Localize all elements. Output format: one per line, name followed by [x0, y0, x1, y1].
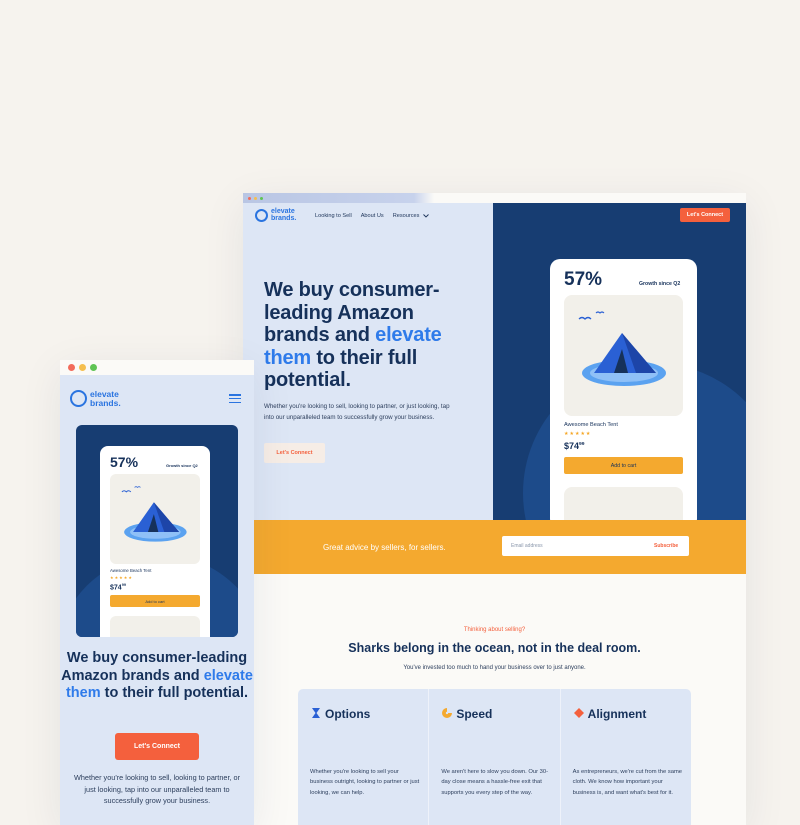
- price-dollars: $74: [110, 584, 122, 592]
- feature-description: Whether you're looking to sell your busi…: [310, 769, 420, 796]
- section-title: Sharks belong in the ocean, not in the d…: [348, 641, 641, 655]
- product-rating-stars: ★★★★★: [110, 575, 133, 580]
- subscribe-button[interactable]: Subscribe: [654, 543, 678, 549]
- feature-title: Alignment: [587, 707, 647, 721]
- lets-connect-header-button[interactable]: Let's Connect: [680, 208, 730, 222]
- maximize-dot-icon[interactable]: [260, 197, 263, 200]
- tent-icon: [578, 311, 666, 386]
- product-image: [564, 295, 683, 416]
- product-image: [110, 474, 200, 564]
- section-kicker: Thinking about selling?: [463, 627, 526, 633]
- hero-subtext: Whether you're looking to sell, looking …: [73, 773, 241, 806]
- logo-mark-icon: [70, 390, 87, 407]
- growth-percent: 57%: [564, 269, 603, 290]
- growth-label: Growth since Q2: [166, 463, 198, 468]
- browser-chrome: [243, 193, 746, 203]
- close-dot-icon[interactable]: [68, 364, 75, 371]
- nav-looking-to-sell[interactable]: Looking to Sell: [315, 213, 352, 219]
- email-placeholder: Email address: [511, 543, 543, 549]
- logo[interactable]: elevate brands.: [70, 390, 121, 407]
- hourglass-icon: [312, 708, 320, 718]
- product-rating-stars: ★★★★★: [564, 431, 592, 437]
- product-name[interactable]: Awesome Beach Tent: [110, 568, 151, 573]
- product-price: $7499: [110, 583, 126, 591]
- feature-speed: Speed We aren't here to slow you down. O…: [429, 689, 561, 825]
- features-panel: Options Whether you're looking to sell y…: [298, 689, 691, 825]
- section-subtitle: You've invested too much to hand your bu…: [403, 665, 586, 671]
- nav-resources-label: Resources: [392, 213, 420, 219]
- minimize-dot-icon[interactable]: [254, 197, 257, 200]
- feature-title: Options: [325, 707, 371, 721]
- hero-subtext: Whether you're looking to sell, looking …: [264, 403, 450, 421]
- feature-alignment: Alignment As entrepreneurs, we're cut fr…: [561, 689, 691, 825]
- hero-headline: We buy consumer-leading Amazon brands an…: [60, 650, 254, 703]
- add-to-cart-button[interactable]: Add to cart: [564, 457, 683, 474]
- diamond-icon: [573, 708, 584, 718]
- mobile-hero-image: 57% Growth since Q2 Awesome Beach Tent ★…: [76, 425, 238, 637]
- growth-label: Growth since Q2: [639, 281, 681, 287]
- logo-mark-icon: [255, 209, 268, 223]
- product-name[interactable]: Awesome Beach Tent: [564, 422, 618, 428]
- hero-headline-part2: to their full potential.: [104, 685, 249, 701]
- main-nav: Looking to Sell About Us Resources: [315, 213, 429, 219]
- chevron-down-icon: [423, 213, 429, 218]
- feature-title: Speed: [456, 707, 493, 721]
- header-logo[interactable]: elevate brands.: [255, 208, 297, 223]
- product-price: $7499: [564, 441, 585, 451]
- growth-percent: 57%: [110, 454, 139, 470]
- logo-text: elevate brands.: [271, 208, 297, 222]
- feature-options: Options Whether you're looking to sell y…: [298, 689, 430, 825]
- newsletter-text: Great advice by sellers, for sellers.: [323, 543, 446, 552]
- logo-text: elevate brands.: [90, 390, 121, 408]
- price-cents: 99: [579, 442, 585, 447]
- phone-mockup: 57% Growth since Q2 Awesome Beach Tent ★…: [100, 446, 210, 637]
- logo[interactable]: elevate brands.: [255, 208, 297, 223]
- hamburger-menu-icon[interactable]: [229, 394, 241, 404]
- feature-description: As entrepreneurs, we're cut from the sam…: [572, 769, 683, 796]
- nav-resources[interactable]: Resources: [393, 213, 429, 219]
- logo-text-line2: brands.: [90, 397, 121, 408]
- logo-text-line2: brands.: [271, 214, 297, 222]
- price-cents: 99: [121, 583, 126, 587]
- desktop-window: elevate brands. Looking to Sell About Us…: [243, 193, 746, 825]
- minimize-dot-icon[interactable]: [79, 364, 86, 371]
- hero-headline: We buy consumer-leading Amazon brands an…: [264, 279, 484, 392]
- feature-description: We aren't here to slow you down. Our 30-…: [441, 769, 549, 796]
- add-to-cart-button[interactable]: Add to cart: [110, 595, 200, 607]
- close-dot-icon[interactable]: [248, 197, 251, 200]
- header-logo[interactable]: elevate brands.: [70, 390, 121, 407]
- speed-icon: [442, 708, 453, 718]
- lets-connect-button[interactable]: Let's Connect: [115, 733, 199, 760]
- maximize-dot-icon[interactable]: [90, 364, 97, 371]
- phone-mockup: 57% Growth since Q2 Awesome Beach Tent ★…: [550, 259, 697, 529]
- tent-icon: [121, 486, 187, 542]
- price-dollars: $74: [564, 441, 580, 451]
- next-product-card: [110, 616, 200, 637]
- lets-connect-hero-button[interactable]: Let's Connect: [264, 443, 325, 463]
- browser-chrome: [60, 360, 254, 375]
- nav-about-us[interactable]: About Us: [361, 213, 384, 219]
- mobile-window: elevate brands. 57% Growth since Q2 Awes…: [60, 360, 254, 825]
